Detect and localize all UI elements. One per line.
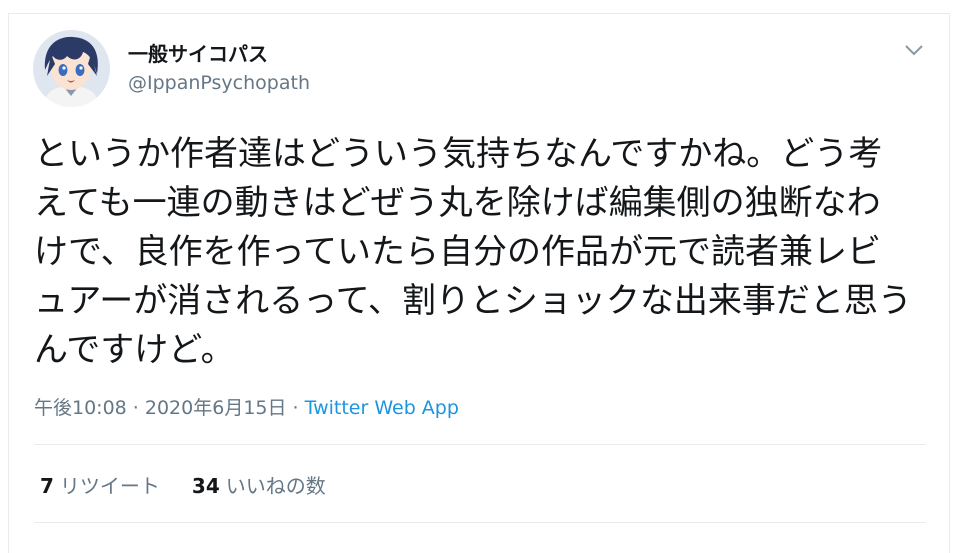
user-handle[interactable]: @IppanPsychopath xyxy=(128,72,310,94)
likes-stat[interactable]: 34 いいねの数 xyxy=(192,470,326,499)
divider xyxy=(34,522,926,523)
divider xyxy=(34,444,926,445)
display-name[interactable]: 一般サイコパス xyxy=(128,38,268,67)
tweet-meta: 午後10:08 · 2020年6月15日 · Twitter Web App xyxy=(34,393,459,420)
avatar[interactable] xyxy=(33,30,110,107)
likes-count: 34 xyxy=(191,474,220,498)
chevron-down-icon[interactable] xyxy=(900,38,928,62)
avatar-image xyxy=(33,30,110,107)
tweet-text: というか作者達はどういう気持ちなんですかね。どう考えても一連の動きはどぜう丸を除… xyxy=(34,134,912,370)
retweets-count: 7 xyxy=(40,474,54,498)
tweet-stats: 7 リツイート 34 いいねの数 xyxy=(40,470,326,499)
likes-label: いいねの数 xyxy=(225,474,326,498)
tweet-timestamp[interactable]: 午後10:08 · 2020年6月15日 xyxy=(34,397,287,419)
source-app-link[interactable]: Twitter Web App xyxy=(305,397,459,419)
retweets-label: リツイート xyxy=(59,474,160,498)
meta-separator: · xyxy=(286,397,305,419)
retweets-stat[interactable]: 7 リツイート xyxy=(40,470,160,499)
